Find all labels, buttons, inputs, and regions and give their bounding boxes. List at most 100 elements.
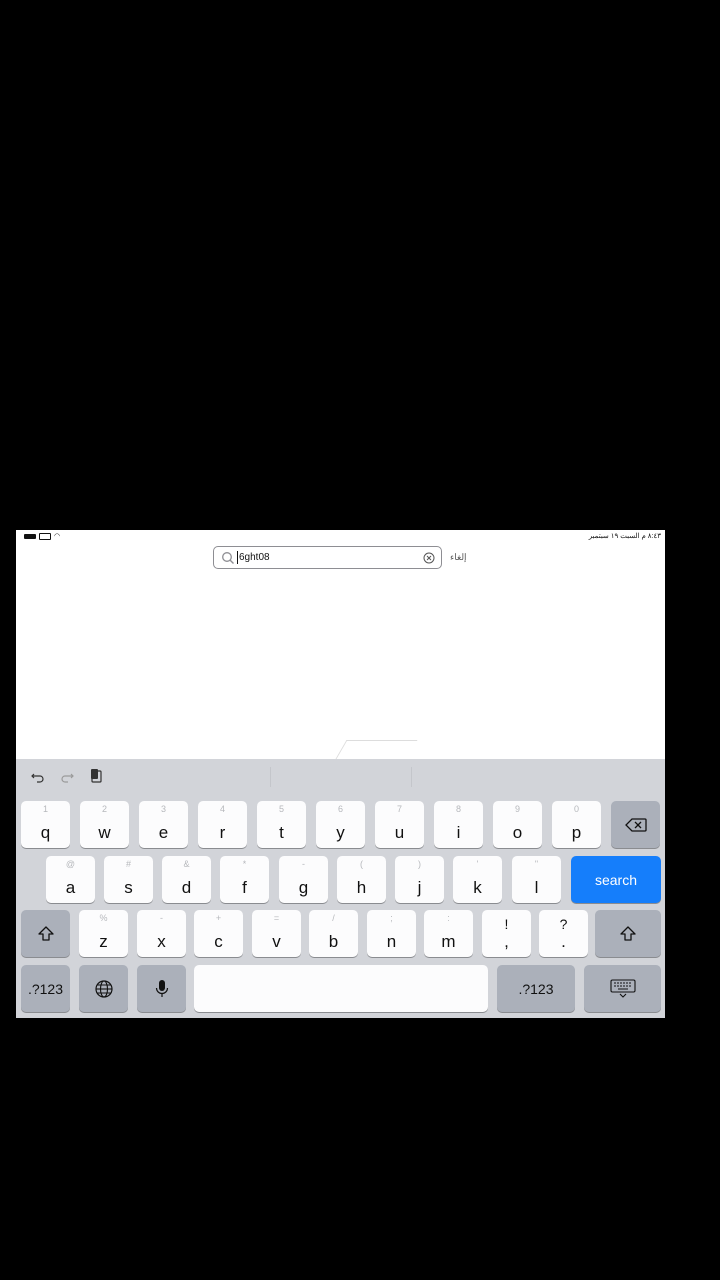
search-icon — [222, 552, 234, 564]
key-hint: ' — [476, 859, 479, 869]
key-label: z — [99, 932, 108, 951]
key-hint: # — [125, 859, 131, 869]
toolbar-divider — [411, 767, 412, 787]
key-h[interactable]: (h — [337, 856, 386, 903]
key-hint: ( — [360, 859, 363, 869]
background-outline — [335, 740, 418, 759]
key-label: v — [272, 932, 281, 951]
key-g[interactable]: -g — [279, 856, 328, 903]
key-label: s — [124, 878, 133, 897]
hide-keyboard-key[interactable] — [584, 965, 661, 1012]
key-hint: 7 — [396, 804, 402, 814]
key-hint: 8 — [455, 804, 461, 814]
key-label: g — [298, 878, 309, 897]
key-s[interactable]: # s — [104, 856, 153, 903]
key-hint: 3 — [160, 804, 166, 814]
key-r[interactable]: 4r — [198, 801, 247, 848]
space-key[interactable] — [194, 965, 488, 1012]
battery-icon — [39, 533, 51, 540]
key-hint: 2 — [101, 804, 107, 814]
key-l[interactable]: " l — [512, 856, 561, 903]
key-hint: / — [332, 913, 335, 923]
key-t[interactable]: 5t — [257, 801, 306, 848]
shift-key-right[interactable] — [595, 910, 661, 957]
key-label: t — [279, 823, 284, 842]
key-p[interactable]: 0p — [552, 801, 601, 848]
ipad-screen: ◠ ٨:٤٣ م السبت ١٩ سبتمبر 6ght08 إلغاء 1 … — [16, 530, 665, 1018]
key-y[interactable]: 6y — [316, 801, 365, 848]
key-hint: & — [183, 859, 190, 869]
key-label: w — [98, 823, 111, 842]
key-f[interactable]: * f — [220, 856, 269, 903]
microphone-icon — [155, 979, 168, 997]
key-a[interactable]: @ a — [46, 856, 95, 903]
key-label: x — [157, 932, 166, 951]
key-top-symbol: ? — [559, 916, 568, 932]
numbers-key-left[interactable]: .?123 — [21, 965, 70, 1012]
key-label: q — [40, 823, 51, 842]
key-hint: - — [302, 859, 305, 869]
key-e[interactable]: 3e — [139, 801, 188, 848]
redo-icon[interactable] — [59, 768, 75, 784]
key-label: i — [456, 823, 461, 842]
backspace-key[interactable] — [611, 801, 660, 848]
undo-icon[interactable] — [30, 768, 46, 784]
key-hint: ; — [390, 913, 393, 923]
key-b[interactable]: / b — [309, 910, 358, 957]
key-top-symbol: ! — [504, 916, 509, 932]
key-i[interactable]: 8i — [434, 801, 483, 848]
toolbar-divider — [270, 767, 271, 787]
key-hint: % — [99, 913, 108, 923]
key-m[interactable]: :m — [424, 910, 473, 957]
key-exclamation-comma[interactable]: !, — [482, 910, 531, 957]
key-z[interactable]: % z — [79, 910, 128, 957]
key-label: d — [181, 878, 192, 897]
wifi-icon: ◠ — [54, 532, 61, 540]
on-screen-keyboard: 1q 2w 3e 4r 5t 6y 7u 8i 9o 0p @ a # s & d *… — [16, 759, 665, 1018]
search-bar[interactable]: 6ght08 — [213, 546, 442, 569]
key-o[interactable]: 9o — [493, 801, 542, 848]
shift-icon — [620, 925, 636, 941]
paste-icon[interactable] — [88, 768, 104, 784]
key-label: o — [512, 823, 523, 842]
clear-text-icon[interactable] — [423, 552, 435, 564]
globe-icon — [94, 979, 113, 998]
status-left: ◠ — [24, 533, 60, 540]
key-hint: * — [242, 859, 247, 869]
key-n[interactable]: ; n — [367, 910, 416, 957]
text-cursor — [237, 551, 238, 564]
key-hint: + — [215, 913, 222, 923]
key-c[interactable]: + c — [194, 910, 243, 957]
search-key[interactable]: search — [571, 856, 661, 903]
keyboard-dismiss-icon — [609, 978, 636, 998]
key-question-period[interactable]: ?. — [539, 910, 588, 957]
numbers-key-right[interactable]: .?123 — [497, 965, 575, 1012]
key-hint: 9 — [514, 804, 520, 814]
globe-key[interactable] — [79, 965, 128, 1012]
key-q[interactable]: 1q — [21, 801, 70, 848]
key-hint: = — [273, 913, 280, 923]
key-x[interactable]: -x — [137, 910, 186, 957]
key-hint: 5 — [278, 804, 284, 814]
search-input[interactable]: 6ght08 — [239, 552, 270, 563]
key-u[interactable]: 7u — [375, 801, 424, 848]
key-hint: 0 — [573, 804, 579, 814]
signal-icon — [24, 534, 36, 539]
status-time-date: ٨:٤٣ م السبت ١٩ سبتمبر — [588, 533, 661, 540]
cancel-button[interactable]: إلغاء — [450, 552, 467, 563]
key-j[interactable]: ) j — [395, 856, 444, 903]
numbers-key-label: .?123 — [518, 980, 554, 997]
key-label: r — [219, 823, 226, 842]
numbers-key-label: .?123 — [27, 980, 64, 997]
key-w[interactable]: 2w — [80, 801, 129, 848]
key-label: u — [394, 823, 405, 842]
key-k[interactable]: ' k — [453, 856, 502, 903]
shift-key-left[interactable] — [21, 910, 70, 957]
key-d[interactable]: & d — [162, 856, 211, 903]
key-hint: : — [447, 913, 450, 923]
key-v[interactable]: = v — [252, 910, 301, 957]
key-hint: 6 — [337, 804, 343, 814]
key-label: f — [242, 878, 247, 897]
dictation-key[interactable] — [137, 965, 186, 1012]
key-label: e — [158, 823, 169, 842]
